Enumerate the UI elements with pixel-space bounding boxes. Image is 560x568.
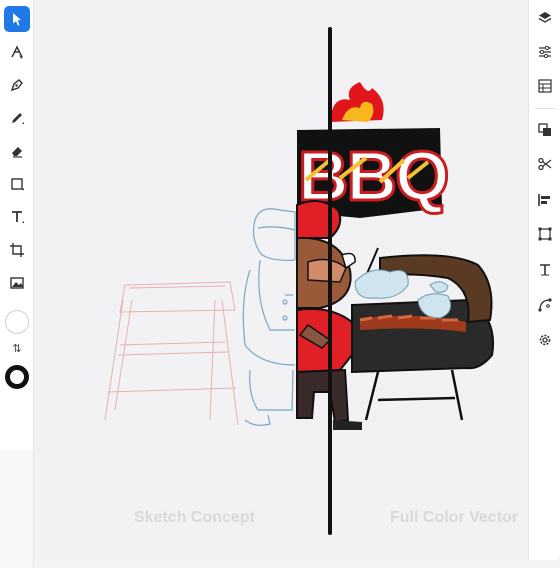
eraser-icon: [12, 147, 22, 158]
pencil-icon: [12, 113, 24, 124]
rectangle-icon: [11, 178, 24, 190]
cut-button[interactable]: [533, 152, 557, 176]
image-icon: [10, 277, 24, 289]
swap-colors-icon[interactable]: ⇅: [9, 342, 25, 356]
right-toolbar: [528, 0, 560, 560]
left-toolbar-footer: [0, 450, 34, 568]
stroke-color-swatch[interactable]: [5, 365, 29, 389]
crop-icon: [10, 243, 24, 257]
arrange-icon: [538, 123, 551, 136]
bbq-flames: [330, 82, 384, 122]
gear-icon: [539, 334, 551, 346]
sketch-concept-label: Sketch Concept: [134, 509, 255, 526]
pen-tool-button[interactable]: [4, 72, 30, 98]
node-edit-icon: [11, 45, 23, 59]
patterns-button[interactable]: [533, 74, 557, 98]
eraser-tool-button[interactable]: [4, 138, 30, 164]
arrange-button[interactable]: [533, 118, 557, 142]
text-style-icon: [540, 264, 550, 276]
adjustments-button[interactable]: [533, 40, 557, 64]
pencil-tool-button[interactable]: [4, 105, 30, 131]
transform-icon: [538, 227, 552, 241]
full-color-vector-label: Full Color Vector: [390, 509, 519, 526]
align-button[interactable]: [533, 188, 557, 212]
editor-app: ⇅ BBQ Sketch Concept Full Color Vector: [0, 0, 560, 568]
scissors-icon: [538, 157, 552, 171]
compare-divider[interactable]: [328, 27, 332, 535]
transform-button[interactable]: [533, 222, 557, 246]
shape-tool-button[interactable]: [4, 171, 30, 197]
text-tool-button[interactable]: [4, 204, 30, 230]
fill-color-swatch[interactable]: [5, 310, 29, 334]
pointer-icon: [13, 13, 21, 26]
left-toolbar: ⇅: [0, 0, 34, 450]
image-tool-button[interactable]: [4, 270, 30, 296]
sliders-icon: [539, 45, 551, 59]
path-button[interactable]: [533, 293, 557, 317]
settings-button[interactable]: [533, 328, 557, 352]
grill: [351, 254, 494, 421]
sketch-chef: [242, 208, 296, 426]
pattern-icon: [538, 79, 552, 93]
crop-tool-button[interactable]: [4, 237, 30, 263]
sketch-easel: [104, 281, 239, 426]
toolbar-separator: [535, 108, 555, 109]
pen-nib-icon: [10, 79, 23, 92]
layers-icon: [538, 12, 552, 23]
align-left-icon: [538, 194, 550, 206]
text-icon: [12, 211, 24, 223]
layers-button[interactable]: [533, 6, 557, 30]
text-style-button[interactable]: [533, 258, 557, 282]
path-icon: [538, 298, 552, 312]
canvas[interactable]: BBQ Sketch Concept Full Color Vector: [35, 0, 528, 560]
artwork: BBQ: [104, 82, 494, 430]
node-tool-button[interactable]: [4, 39, 30, 65]
select-tool-button[interactable]: [4, 6, 30, 32]
